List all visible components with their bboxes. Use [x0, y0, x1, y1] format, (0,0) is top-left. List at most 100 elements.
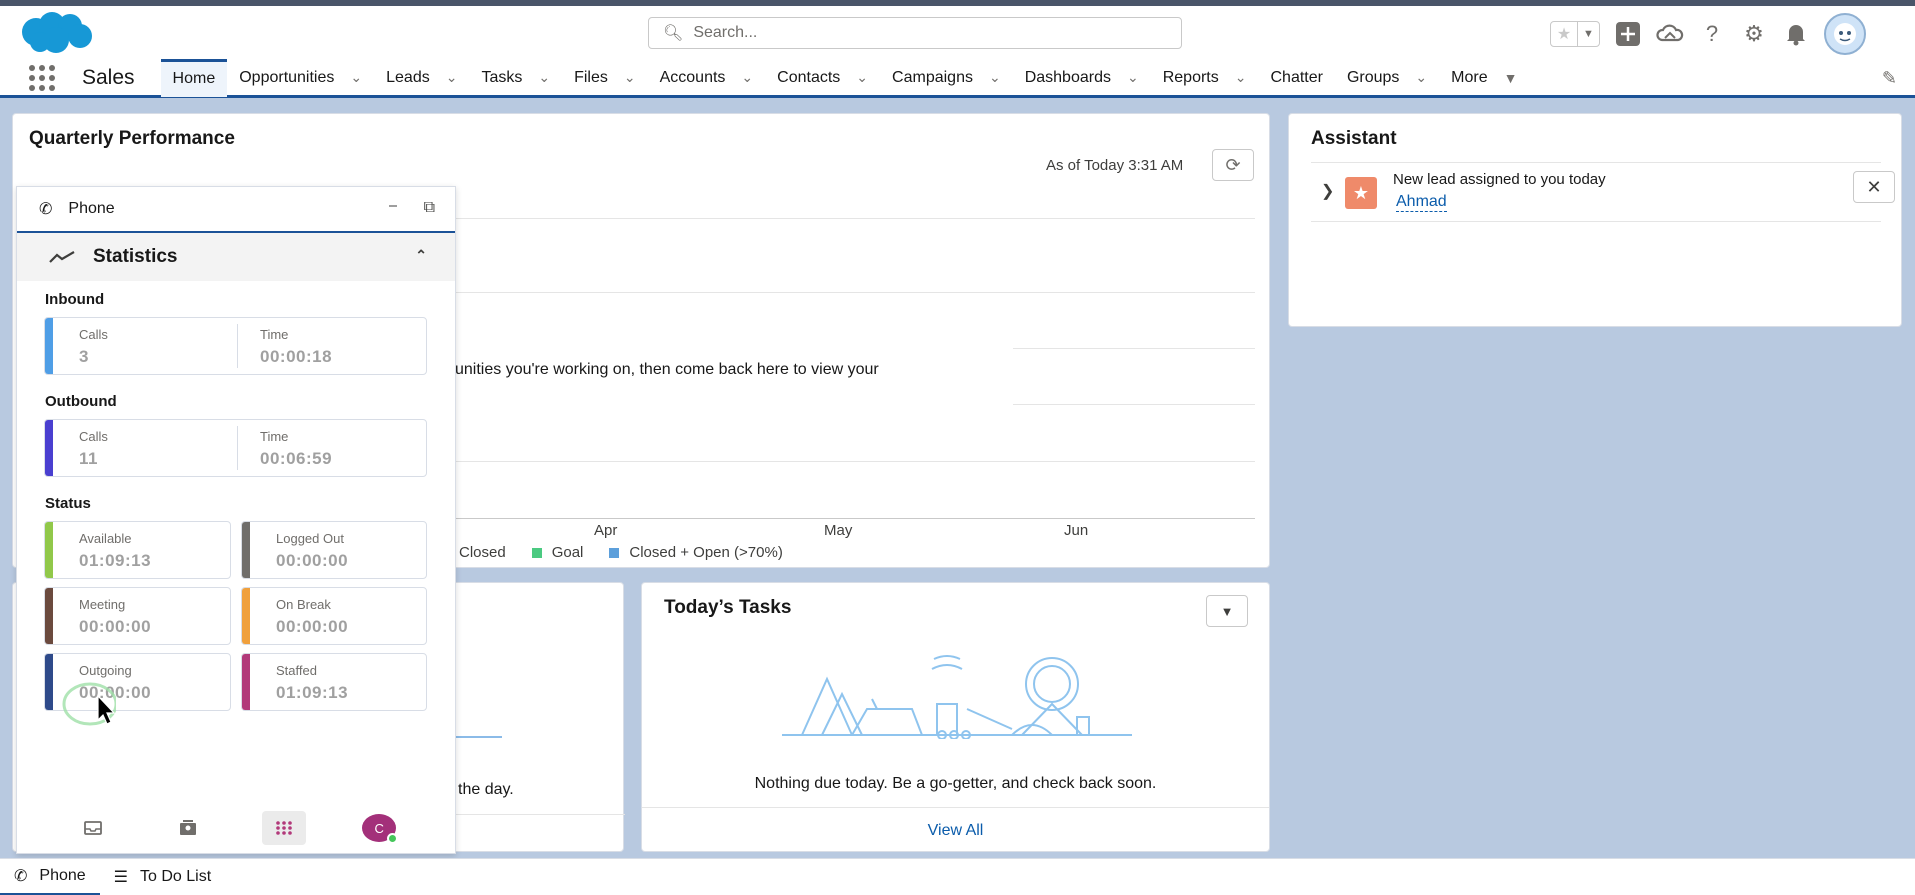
- nav-item-accounts[interactable]: Accounts ⌄: [648, 59, 766, 97]
- chevron-up-icon[interactable]: ⌃: [415, 247, 427, 264]
- close-icon: ✕: [1866, 176, 1882, 197]
- view-all-link[interactable]: View All: [642, 807, 1269, 853]
- edit-nav-pencil-icon[interactable]: ✎: [1882, 68, 1897, 89]
- inbound-stats-tile: Calls 3 Time 00:00:18: [44, 317, 427, 375]
- chevron-down-icon[interactable]: ⌄: [446, 69, 458, 86]
- cloud-icon[interactable]: [1656, 20, 1684, 48]
- status-tile-available: Available 01:09:13: [44, 521, 231, 579]
- empty-message: Nothing due today. Be a go-getter, and c…: [754, 775, 1157, 792]
- nav-item-more[interactable]: More ▼: [1439, 59, 1529, 97]
- chart-gridline: [455, 218, 1255, 219]
- statistics-label: Statistics: [93, 246, 178, 267]
- calls-value: 11: [79, 449, 98, 468]
- gear-icon[interactable]: ⚙: [1740, 20, 1768, 48]
- app-launcher-icon[interactable]: [26, 62, 58, 94]
- chevron-down-icon[interactable]: ⌄: [350, 69, 362, 86]
- calls-label: Calls: [79, 327, 108, 342]
- calls-value: 3: [79, 347, 89, 366]
- statistics-section-header[interactable]: Statistics ⌃: [17, 233, 455, 281]
- avatar[interactable]: [1824, 13, 1866, 55]
- nav-item-label: Files: [574, 68, 608, 86]
- card-title: Assistant: [1311, 128, 1397, 149]
- contacts-icon[interactable]: [166, 811, 210, 845]
- nav-item-campaigns[interactable]: Campaigns ⌄: [880, 59, 1013, 97]
- divider: [237, 426, 238, 470]
- status-name: Meeting: [79, 597, 126, 612]
- chevron-down-icon[interactable]: ⌄: [1415, 69, 1427, 86]
- salesforce-logo[interactable]: [16, 10, 96, 56]
- bell-icon[interactable]: [1782, 20, 1810, 48]
- month-label: Jun: [1064, 522, 1089, 539]
- phone-icon: ✆: [14, 867, 28, 885]
- chevron-down-icon[interactable]: ⌄: [538, 69, 550, 86]
- tasks-menu-button[interactable]: ▼: [1206, 595, 1248, 627]
- assistant-item[interactable]: ❯ ★ New lead assigned to you today Ahmad…: [1311, 162, 1895, 222]
- view-all-label: View All: [927, 821, 984, 839]
- color-bar: [242, 654, 250, 710]
- nav-item-reports[interactable]: Reports ⌄: [1151, 59, 1259, 97]
- empty-message: the day.: [458, 781, 514, 798]
- nav-item-dashboards[interactable]: Dashboards ⌄: [1013, 59, 1151, 97]
- utility-bar: ✆ Phone ☰ To Do List: [0, 858, 1915, 895]
- minimize-icon[interactable]: ⎯: [389, 197, 397, 215]
- agent-status-button[interactable]: C: [357, 811, 401, 845]
- legend-swatch: [531, 547, 542, 558]
- legend-label: Closed + Open (>70%): [629, 544, 783, 561]
- refresh-button[interactable]: ⟳: [1212, 149, 1254, 181]
- utility-item-label: Phone: [39, 866, 86, 884]
- month-label: May: [824, 522, 853, 539]
- divider: [237, 324, 238, 368]
- nav-item-opportunities[interactable]: Opportunities ⌄: [227, 59, 374, 97]
- help-icon[interactable]: ?: [1698, 20, 1726, 48]
- card-title: Today’s Tasks: [664, 597, 792, 618]
- popout-icon[interactable]: ⧉: [424, 199, 435, 217]
- dismiss-button[interactable]: ✕: [1853, 171, 1895, 203]
- chevron-down-icon[interactable]: ⌄: [741, 69, 753, 86]
- chevron-down-icon[interactable]: ⌄: [856, 69, 868, 86]
- nav-item-groups[interactable]: Groups ⌄: [1335, 59, 1439, 97]
- nav-item-label: Dashboards: [1024, 68, 1111, 86]
- chevron-right-icon[interactable]: ❯: [1321, 181, 1334, 201]
- time-value: 00:00:18: [260, 347, 333, 366]
- outbound-stats-tile: Calls 11 Time 00:06:59: [44, 419, 427, 477]
- star-icon[interactable]: ★: [1551, 22, 1577, 46]
- utility-item-phone[interactable]: ✆ Phone: [0, 859, 100, 895]
- lead-icon: ★: [1345, 177, 1377, 209]
- nav-item-label: Contacts: [777, 68, 841, 86]
- card-title: Quarterly Performance: [29, 128, 235, 149]
- caret-down-icon[interactable]: ▼: [1577, 22, 1599, 46]
- utility-item-to-do-list[interactable]: ☰ To Do List: [100, 859, 225, 895]
- nav-item-home[interactable]: Home: [160, 58, 228, 97]
- nav-item-chatter[interactable]: Chatter: [1258, 59, 1334, 97]
- dialpad-icon[interactable]: [261, 811, 306, 845]
- app-nav-bar: Sales Home Opportunities ⌄ Leads ⌄ Tasks ⌄ …: [0, 58, 1915, 98]
- nav-item-tasks[interactable]: Tasks ⌄: [469, 59, 562, 97]
- time-label: Time: [260, 327, 289, 342]
- nav-item-leads[interactable]: Leads ⌄: [374, 59, 469, 97]
- status-tile-meeting: Meeting 00:00:00: [44, 587, 231, 645]
- caret-down-icon[interactable]: ▼: [1504, 70, 1518, 86]
- chevron-down-icon[interactable]: ⌄: [1127, 69, 1139, 86]
- nav-item-label: Leads: [386, 68, 430, 86]
- empty-tasks-illustration: [782, 655, 1132, 739]
- nav-item-contacts[interactable]: Contacts ⌄: [765, 59, 880, 97]
- legend-swatch: [609, 547, 620, 558]
- search-input[interactable]: 🔍︎ Search...: [648, 17, 1182, 49]
- time-value: 00:06:59: [260, 449, 333, 468]
- chevron-down-icon[interactable]: ⌄: [989, 69, 1001, 86]
- online-status-dot: [387, 833, 399, 844]
- status-duration: 00:00:00: [79, 617, 152, 636]
- plus-icon[interactable]: [1614, 20, 1642, 48]
- trend-line-icon: [49, 251, 75, 263]
- legend-item: Closed: [459, 544, 506, 561]
- chevron-down-icon[interactable]: ⌄: [624, 69, 636, 86]
- status-name: On Break: [276, 597, 331, 612]
- nav-item-files[interactable]: Files ⌄: [562, 59, 648, 97]
- inbox-icon[interactable]: [71, 811, 115, 845]
- lead-link[interactable]: Ahmad: [1396, 193, 1447, 212]
- favorites-button[interactable]: ★ ▼: [1550, 21, 1600, 47]
- status-name: Outgoing: [79, 663, 132, 678]
- illustration-line: [454, 736, 502, 738]
- nav-item-label: Accounts: [659, 68, 726, 86]
- chevron-down-icon[interactable]: ⌄: [1235, 69, 1247, 86]
